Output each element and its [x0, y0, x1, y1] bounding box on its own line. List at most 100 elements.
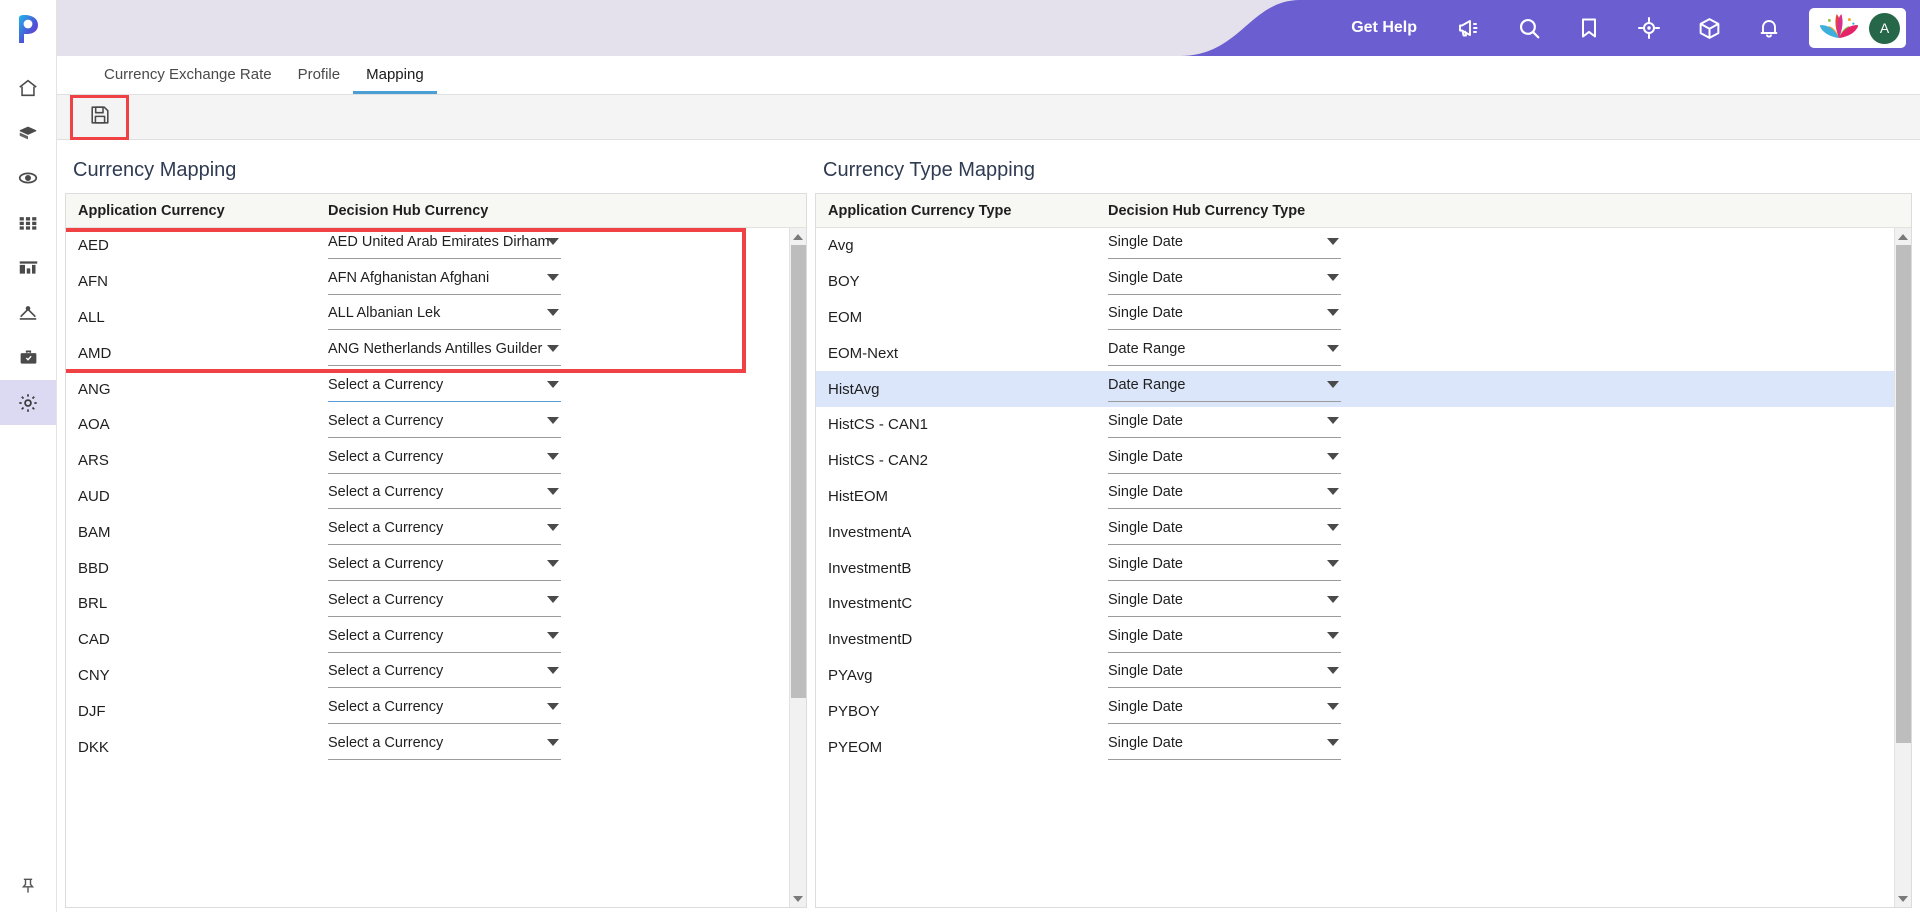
dropdown-dkk[interactable]: Select a Currency	[328, 734, 561, 761]
chevron-down-icon	[547, 309, 559, 317]
dropdown-eom-next[interactable]: Date Range	[1108, 340, 1341, 367]
table-row[interactable]: AMD ANG Netherlands Antilles Guilder	[66, 335, 806, 371]
avatar[interactable]: A	[1869, 12, 1900, 44]
megaphone-button[interactable]	[1439, 0, 1499, 56]
dropdown-boy[interactable]: Single Date	[1108, 269, 1341, 295]
table-row[interactable]: BOY Single Date	[816, 264, 1911, 300]
dropdown-bbd[interactable]: Select a Currency	[328, 555, 561, 582]
table-row[interactable]: EOM-Next Date Range	[816, 335, 1911, 371]
box-button[interactable]	[1679, 0, 1739, 56]
dropdown-aed[interactable]: AED United Arab Emirates Dirham	[328, 233, 561, 259]
sidebar-item-cases[interactable]	[0, 335, 56, 380]
sidebar-item-eye[interactable]	[0, 155, 56, 200]
table-row[interactable]: HistCS - CAN1 Single Date	[816, 407, 1911, 443]
sidebar-item-cube[interactable]	[0, 110, 56, 155]
row-select-cell: Date Range	[1108, 376, 1528, 403]
dropdown-cad[interactable]: Select a Currency	[328, 627, 561, 653]
search-button[interactable]	[1499, 0, 1559, 56]
dropdown-value: Select a Currency	[328, 556, 444, 573]
dropdown-value: Single Date	[1108, 520, 1183, 537]
scroll-down-button[interactable]	[790, 890, 806, 907]
table-row[interactable]: HistAvg Date Range	[816, 371, 1911, 407]
dropdown-bam[interactable]: Select a Currency	[328, 519, 561, 546]
row-select-cell: Single Date	[1108, 448, 1528, 474]
sidebar-item-reports[interactable]	[0, 245, 56, 290]
bookmark-button[interactable]	[1559, 0, 1619, 56]
table-row[interactable]: ARS Select a Currency	[66, 443, 806, 479]
dropdown-afn[interactable]: AFN Afghanistan Afghani	[328, 269, 561, 295]
dropdown-histcs-can2[interactable]: Single Date	[1108, 448, 1341, 474]
dropdown-histeom[interactable]: Single Date	[1108, 483, 1341, 510]
chevron-down-icon	[1327, 739, 1339, 747]
scroll-down-button[interactable]	[1895, 890, 1911, 907]
table-row[interactable]: HistCS - CAN2 Single Date	[816, 443, 1911, 479]
tab-mapping[interactable]: Mapping	[353, 66, 437, 94]
dropdown-investmentd[interactable]: Single Date	[1108, 627, 1341, 653]
dropdown-pyeom[interactable]: Single Date	[1108, 734, 1341, 761]
table-row[interactable]: HistEOM Single Date	[816, 479, 1911, 515]
sidebar-item-settings[interactable]	[0, 380, 56, 425]
scrollbar-thumb[interactable]	[791, 245, 806, 698]
dropdown-djf[interactable]: Select a Currency	[328, 698, 561, 725]
table-row[interactable]: InvestmentD Single Date	[816, 622, 1911, 658]
dropdown-cny[interactable]: Select a Currency	[328, 662, 561, 689]
table-row[interactable]: BBD Select a Currency	[66, 550, 806, 586]
table-row[interactable]: AED AED United Arab Emirates Dirham	[66, 228, 806, 264]
table-row[interactable]: ANG Select a Currency	[66, 371, 806, 407]
table-row[interactable]: PYAvg Single Date	[816, 658, 1911, 694]
table-row[interactable]: ALL ALL Albanian Lek	[66, 300, 806, 336]
table-row[interactable]: BAM Select a Currency	[66, 514, 806, 550]
dropdown-pyboy[interactable]: Single Date	[1108, 698, 1341, 725]
table-row[interactable]: AFN AFN Afghanistan Afghani	[66, 264, 806, 300]
dropdown-value: Single Date	[1108, 735, 1183, 752]
table-row[interactable]: InvestmentA Single Date	[816, 514, 1911, 550]
sidebar-item-hierarchy[interactable]	[0, 290, 56, 335]
dropdown-investmenta[interactable]: Single Date	[1108, 519, 1341, 546]
target-button[interactable]	[1619, 0, 1679, 56]
scroll-up-button[interactable]	[790, 228, 806, 245]
sidebar-item-grid[interactable]	[0, 200, 56, 245]
table-row[interactable]: Avg Single Date	[816, 228, 1911, 264]
dropdown-ang[interactable]: Select a Currency	[328, 376, 561, 403]
table-row[interactable]: CAD Select a Currency	[66, 622, 806, 658]
dropdown-investmentc[interactable]: Single Date	[1108, 591, 1341, 617]
table-row[interactable]: InvestmentC Single Date	[816, 586, 1911, 622]
pega-logo[interactable]	[0, 0, 57, 57]
table-row[interactable]: InvestmentB Single Date	[816, 550, 1911, 586]
get-help-link[interactable]: Get Help	[1329, 19, 1439, 37]
table-row[interactable]: DJF Select a Currency	[66, 693, 806, 729]
table-row[interactable]: BRL Select a Currency	[66, 586, 806, 622]
scrollbar-thumb[interactable]	[1896, 245, 1911, 744]
table-row[interactable]: AOA Select a Currency	[66, 407, 806, 443]
row-code-cell: DJF	[78, 702, 106, 720]
dropdown-eom[interactable]: Single Date	[1108, 304, 1341, 331]
dropdown-ars[interactable]: Select a Currency	[328, 448, 561, 474]
table-row[interactable]: EOM Single Date	[816, 300, 1911, 336]
dropdown-aoa[interactable]: Select a Currency	[328, 412, 561, 438]
table-row[interactable]: AUD Select a Currency	[66, 479, 806, 515]
dropdown-pyavg[interactable]: Single Date	[1108, 662, 1341, 689]
notifications-button[interactable]	[1739, 0, 1799, 56]
dropdown-histavg[interactable]: Date Range	[1108, 376, 1341, 403]
tab-profile[interactable]: Profile	[285, 66, 354, 94]
dropdown-avg[interactable]: Single Date	[1108, 233, 1341, 259]
dropdown-brl[interactable]: Select a Currency	[328, 591, 561, 617]
table-row[interactable]: PYEOM Single Date	[816, 729, 1911, 765]
user-chip[interactable]: A	[1809, 8, 1906, 48]
row-select-cell: Select a Currency	[328, 519, 748, 546]
dropdown-investmentb[interactable]: Single Date	[1108, 555, 1341, 582]
dropdown-amd[interactable]: ANG Netherlands Antilles Guilder	[328, 340, 561, 367]
table-row[interactable]: DKK Select a Currency	[66, 729, 806, 765]
sidebar-item-home[interactable]	[0, 65, 56, 110]
dropdown-histcs-can1[interactable]: Single Date	[1108, 412, 1341, 438]
pin-button[interactable]	[0, 864, 56, 912]
dropdown-all[interactable]: ALL Albanian Lek	[328, 304, 561, 331]
table-row[interactable]: CNY Select a Currency	[66, 658, 806, 694]
tab-currency-exchange-rate[interactable]: Currency Exchange Rate	[91, 66, 285, 94]
save-button[interactable]	[75, 100, 125, 135]
scroll-up-button[interactable]	[1895, 228, 1911, 245]
currency-type-mapping-scrollbar[interactable]	[1894, 228, 1911, 907]
table-row[interactable]: PYBOY Single Date	[816, 693, 1911, 729]
dropdown-aud[interactable]: Select a Currency	[328, 483, 561, 510]
currency-mapping-scrollbar[interactable]	[789, 228, 806, 907]
